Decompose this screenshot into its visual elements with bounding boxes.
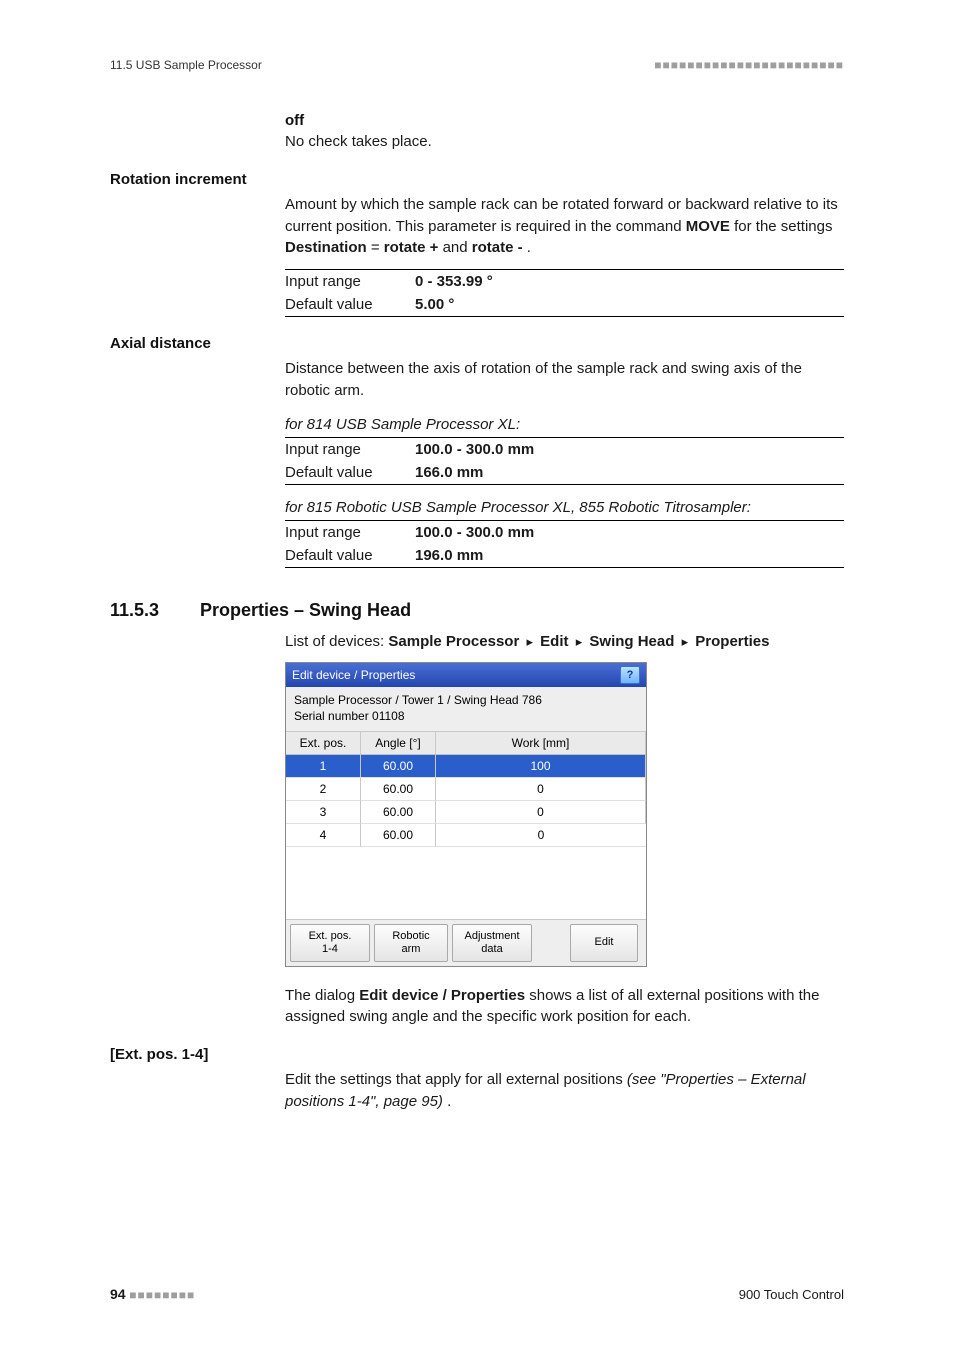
section-number: 11.5.3 <box>110 600 200 621</box>
default-value-label: Default value <box>285 461 415 485</box>
page-number: 94 <box>110 1286 126 1302</box>
edit-device-dialog: Edit device / Properties ? Sample Proces… <box>285 662 647 966</box>
cell-ext-pos[interactable]: 4 <box>286 824 361 847</box>
input-range-label: Input range <box>285 520 415 544</box>
rotate-plus-keyword: rotate + <box>384 239 439 256</box>
axial-paragraph: Distance between the axis of rotation of… <box>285 358 844 402</box>
table-row: Input range 100.0 - 300.0 mm <box>285 520 844 544</box>
page: 11.5 USB Sample Processor ■■■■■■■■■■■■■■… <box>0 0 954 1350</box>
dialog-titlebar: Edit device / Properties ? <box>286 663 646 687</box>
dialog-title-text: Edit device / Properties <box>292 668 415 682</box>
input-range-value: 100.0 - 300.0 mm <box>415 520 844 544</box>
term-off: off <box>285 112 844 129</box>
edit-button[interactable]: Edit <box>570 924 638 962</box>
table-row: Input range 100.0 - 300.0 mm <box>285 437 844 461</box>
axial-note-815: for 815 Robotic USB Sample Processor XL,… <box>285 499 844 516</box>
destination-keyword: Destination <box>285 239 367 256</box>
text: The dialog <box>285 987 359 1004</box>
table-row: Default value 5.00 ° <box>285 293 844 317</box>
section-heading-row: 11.5.3 Properties – Swing Head <box>110 600 844 621</box>
cell-ext-pos[interactable]: 2 <box>286 778 361 801</box>
header-squares-icon: ■■■■■■■■■■■■■■■■■■■■■■■ <box>654 58 844 72</box>
cell-work[interactable]: 0 <box>436 801 646 824</box>
heading-ext-pos-1-4: [Ext. pos. 1-4] <box>110 1046 844 1063</box>
off-block: off No check takes place. <box>285 112 844 153</box>
axial-table-814: Input range 100.0 - 300.0 mm Default val… <box>285 437 844 485</box>
chevron-right-icon: ▸ <box>679 634 692 649</box>
cell-angle[interactable]: 60.00 <box>361 824 436 847</box>
running-header: 11.5 USB Sample Processor ■■■■■■■■■■■■■■… <box>110 58 844 72</box>
text: for the settings <box>734 218 832 235</box>
header-section: 11.5 USB Sample Processor <box>110 58 262 72</box>
col-work: Work [mm] <box>436 732 646 755</box>
footer-product: 900 Touch Control <box>739 1287 844 1302</box>
input-range-value: 100.0 - 300.0 mm <box>415 437 844 461</box>
input-range-value: 0 - 353.99 ° <box>415 270 844 294</box>
move-keyword: MOVE <box>686 218 730 235</box>
rotation-block: Amount by which the sample rack can be r… <box>285 194 844 317</box>
dialog-button-bar: Ext. pos. 1-4 Robotic arm Adjustment dat… <box>286 920 646 966</box>
robotic-arm-button[interactable]: Robotic arm <box>374 924 448 962</box>
cell-angle[interactable]: 60.00 <box>361 755 436 778</box>
dialog-name-bold: Edit device / Properties <box>359 987 525 1004</box>
col-angle: Angle [°] <box>361 732 436 755</box>
axial-block: Distance between the axis of rotation of… <box>285 358 844 568</box>
text: Edit the settings that apply for all ext… <box>285 1071 627 1088</box>
ext-pos-block: Edit the settings that apply for all ext… <box>285 1069 844 1113</box>
rotation-table: Input range 0 - 353.99 ° Default value 5… <box>285 269 844 317</box>
breadcrumb-item: Swing Head <box>589 633 674 650</box>
breadcrumb-item: Sample Processor <box>388 633 519 650</box>
footer-squares-icon: ■■■■■■■■ <box>129 1288 195 1302</box>
default-value-value: 5.00 ° <box>415 293 844 317</box>
dialog-empty-area <box>286 847 646 920</box>
cell-angle[interactable]: 60.00 <box>361 801 436 824</box>
heading-axial-distance: Axial distance <box>110 335 844 352</box>
input-range-label: Input range <box>285 437 415 461</box>
text: . <box>527 239 531 256</box>
footer-left: 94 ■■■■■■■■ <box>110 1286 195 1302</box>
axial-table-815: Input range 100.0 - 300.0 mm Default val… <box>285 520 844 568</box>
default-value-value: 196.0 mm <box>415 544 844 568</box>
default-value-value: 166.0 mm <box>415 461 844 485</box>
breadcrumb: List of devices: Sample Processor ▸ Edit… <box>285 631 844 653</box>
dialog-path: Sample Processor / Tower 1 / Swing Head … <box>294 692 638 708</box>
default-value-label: Default value <box>285 293 415 317</box>
table-row: Default value 196.0 mm <box>285 544 844 568</box>
cell-work[interactable]: 0 <box>436 778 646 801</box>
cell-ext-pos[interactable]: 3 <box>286 801 361 824</box>
axial-note-814: for 814 USB Sample Processor XL: <box>285 416 844 433</box>
cell-angle[interactable]: 60.00 <box>361 778 436 801</box>
default-value-label: Default value <box>285 544 415 568</box>
chevron-right-icon: ▸ <box>573 634 586 649</box>
ext-pos-1-4-button[interactable]: Ext. pos. 1-4 <box>290 924 370 962</box>
text: . <box>447 1093 451 1110</box>
cell-work[interactable]: 0 <box>436 824 646 847</box>
adjustment-data-button[interactable]: Adjustment data <box>452 924 532 962</box>
text: and <box>443 239 472 256</box>
col-ext-pos: Ext. pos. <box>286 732 361 755</box>
chevron-right-icon: ▸ <box>523 634 536 649</box>
section-body: List of devices: Sample Processor ▸ Edit… <box>285 631 844 1029</box>
after-dialog-paragraph: The dialog Edit device / Properties show… <box>285 985 844 1029</box>
ext-pos-paragraph: Edit the settings that apply for all ext… <box>285 1069 844 1113</box>
breadcrumb-prefix: List of devices: <box>285 633 388 650</box>
page-footer: 94 ■■■■■■■■ 900 Touch Control <box>110 1286 844 1302</box>
table-row: Input range 0 - 353.99 ° <box>285 270 844 294</box>
off-description: No check takes place. <box>285 131 844 153</box>
cell-ext-pos[interactable]: 1 <box>286 755 361 778</box>
section-title: Properties – Swing Head <box>200 600 411 621</box>
rotation-paragraph: Amount by which the sample rack can be r… <box>285 194 844 259</box>
help-icon[interactable]: ? <box>620 666 640 684</box>
table-row: Default value 166.0 mm <box>285 461 844 485</box>
dialog-serial: Serial number 01108 <box>294 708 638 724</box>
cell-work[interactable]: 100 <box>436 755 646 778</box>
text: = <box>371 239 384 256</box>
dialog-subheader: Sample Processor / Tower 1 / Swing Head … <box>286 687 646 731</box>
input-range-label: Input range <box>285 270 415 294</box>
rotate-minus-keyword: rotate - <box>472 239 523 256</box>
breadcrumb-item: Properties <box>695 633 769 650</box>
breadcrumb-item: Edit <box>540 633 568 650</box>
heading-rotation-increment: Rotation increment <box>110 171 844 188</box>
dialog-table: Ext. pos. Angle [°] Work [mm] 1 60.00 10… <box>286 732 646 847</box>
